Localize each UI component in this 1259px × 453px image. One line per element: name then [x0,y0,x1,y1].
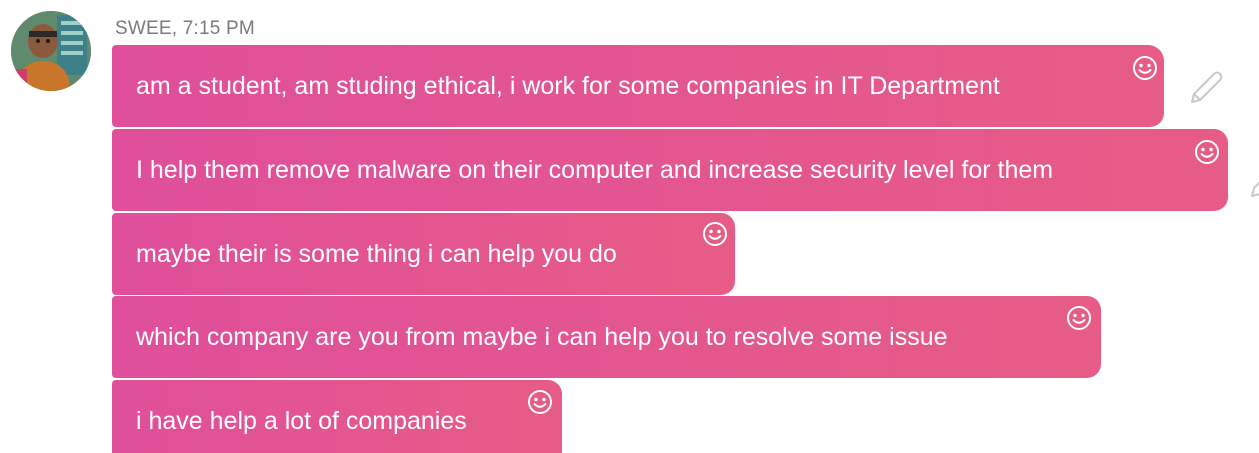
pencil-icon[interactable] [1244,160,1259,204]
message-bubble[interactable]: I help them remove malware on their comp… [112,129,1228,211]
message-bubble[interactable]: am a student, am studing ethical, i work… [112,45,1164,127]
message-text: maybe their is some thing i can help you… [136,240,617,268]
smiley-icon[interactable] [527,389,553,415]
smiley-icon[interactable] [1194,139,1220,165]
pencil-icon[interactable] [1184,66,1228,110]
avatar[interactable] [11,11,91,91]
message-text: which company are you from maybe i can h… [136,323,948,351]
smiley-icon[interactable] [1066,305,1092,331]
smiley-icon[interactable] [1132,55,1158,81]
message-bubble[interactable]: i have help a lot of companies [112,380,562,453]
message-text: i have help a lot of companies [136,407,467,435]
message-bubble[interactable]: which company are you from maybe i can h… [112,296,1101,378]
sender-name-time: SWEE, 7:15 PM [115,18,255,39]
message-text: I help them remove malware on their comp… [136,156,1054,184]
avatar-image [11,11,91,91]
message-text: am a student, am studing ethical, i work… [136,72,1000,100]
message-bubble[interactable]: maybe their is some thing i can help you… [112,213,735,295]
chat-conversation: SWEE, 7:15 PM am a student, am studing e… [0,0,1259,453]
smiley-icon[interactable] [702,221,728,247]
